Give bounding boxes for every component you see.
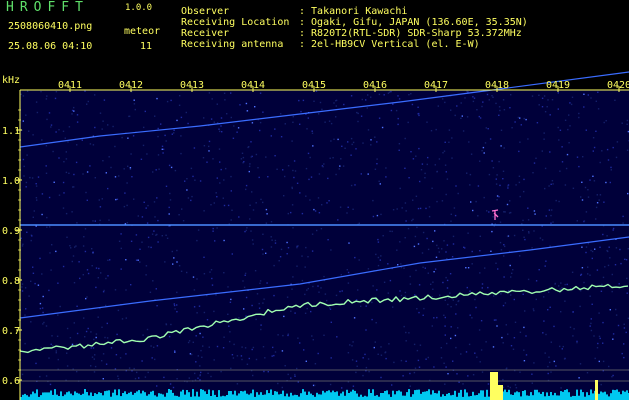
- x-tick-label: 0419: [546, 80, 570, 91]
- x-tick-label: 0418: [485, 80, 509, 91]
- x-tick-label: 0411: [58, 80, 82, 91]
- plot-background: [20, 90, 629, 400]
- y-tick-label: 0.6: [2, 376, 20, 387]
- hrofft-window: HROFFT 1.0.0 2508060410.png meteor 25.08…: [0, 0, 629, 400]
- y-tick-label: 0.7: [2, 326, 20, 337]
- y-tick-label: 1.1: [2, 126, 20, 137]
- y-tick-label: 0.9: [2, 226, 20, 237]
- x-tick-label: 0416: [363, 80, 387, 91]
- meteor-burst: [490, 372, 498, 400]
- spectrogram: kHz 1.1 1.0 0.9 0.8 0.7 0.6 0411 0412 0413 0414 041…: [2, 71, 629, 400]
- x-tick-label: 0417: [424, 80, 448, 91]
- x-tick-label: 0415: [302, 80, 326, 91]
- x-tick-label: 0412: [119, 80, 143, 91]
- y-tick-label: 1.0: [2, 176, 20, 187]
- x-tick-label: 0413: [180, 80, 204, 91]
- y-axis-unit: kHz: [2, 75, 20, 86]
- y-tick-label: 0.8: [2, 276, 20, 287]
- x-tick-label: 0414: [241, 80, 265, 91]
- x-tick-label: 0420: [607, 80, 629, 91]
